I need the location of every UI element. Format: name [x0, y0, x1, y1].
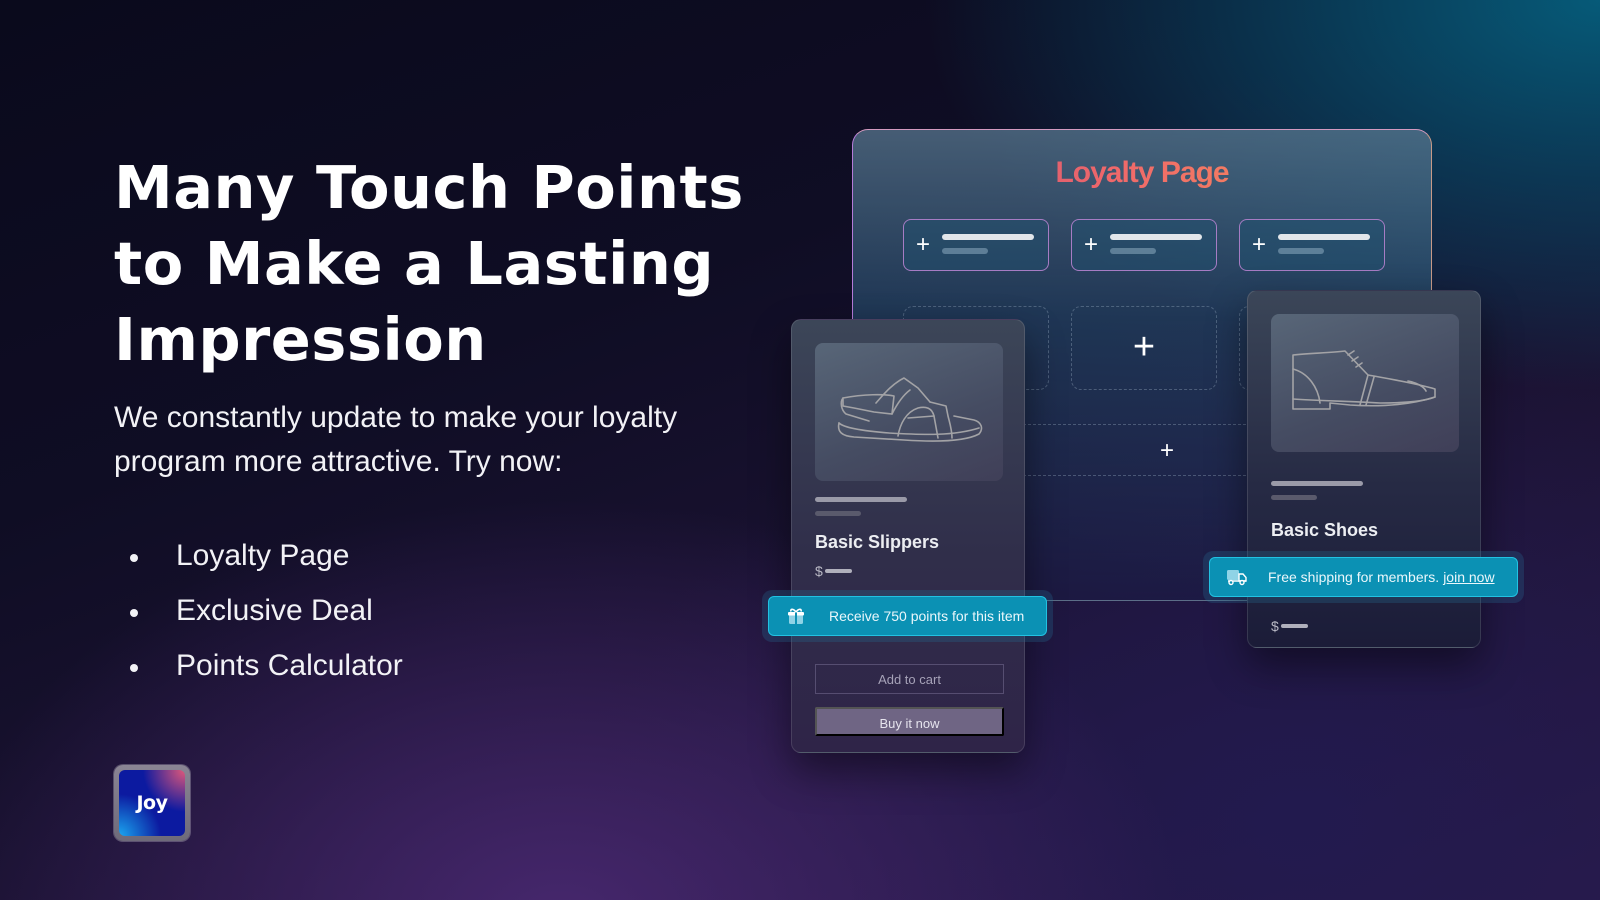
shipping-banner-text: Free shipping for members.	[1268, 569, 1440, 585]
tile-title-placeholder	[1110, 234, 1202, 240]
plus-icon: +	[916, 231, 931, 258]
points-banner-text: Receive 750 points for this item	[829, 608, 1025, 624]
logo-wordmark: Joy	[136, 792, 168, 814]
plus-icon: +	[1252, 231, 1267, 258]
tile-subtitle-placeholder	[1110, 248, 1156, 254]
bullet-icon	[130, 608, 138, 617]
tile-title-placeholder	[942, 234, 1034, 240]
hero-title: Many Touch Points to Make a Lasting Impr…	[114, 153, 744, 374]
price-placeholder	[824, 569, 852, 573]
plus-icon: +	[1132, 326, 1156, 368]
tile-subtitle-placeholder	[1278, 248, 1324, 254]
add-tile-button[interactable]: +	[1071, 219, 1217, 271]
points-banner-wrapper: Receive 750 points for this item	[762, 590, 1053, 642]
bullet-icon	[130, 553, 138, 562]
sandal-icon	[837, 377, 983, 442]
title-placeholder	[1271, 481, 1363, 486]
feature-label: Exclusive Deal	[176, 593, 373, 627]
tile-title-placeholder	[1278, 234, 1370, 240]
currency-symbol: $	[1271, 618, 1279, 634]
bullet-icon	[130, 663, 138, 672]
add-tile-button[interactable]: +	[903, 219, 1049, 271]
product-name: Basic Slippers	[815, 532, 940, 552]
feature-label: Loyalty Page	[176, 538, 350, 572]
feature-list: Loyalty Page Exclusive Deal Points Calcu…	[130, 528, 403, 693]
product-card-slippers: Basic Slippers $ Add to cart Buy it now	[791, 319, 1025, 753]
hero-subtitle: We constantly update to make your loyalt…	[114, 401, 678, 478]
tile-row: + + +	[903, 219, 1385, 271]
product-image	[815, 343, 1003, 481]
empty-slot-add[interactable]: +	[1071, 306, 1217, 390]
shipping-banner-wrapper: Free shipping for members. join now	[1203, 551, 1524, 603]
product-price: $	[1271, 618, 1308, 634]
shoe-icon	[1292, 350, 1436, 410]
shipping-banner: Free shipping for members. join now	[1209, 557, 1518, 597]
logo-text: Joy	[119, 770, 185, 836]
product-image	[1271, 314, 1459, 452]
buy-now-button[interactable]: Buy it now	[815, 707, 1004, 736]
add-to-cart-button[interactable]: Add to cart	[815, 664, 1004, 694]
feature-label: Points Calculator	[176, 648, 403, 682]
truck-icon	[1226, 567, 1248, 587]
title-placeholder	[815, 497, 907, 502]
feature-item-exclusive-deal: Exclusive Deal	[130, 583, 403, 638]
plus-icon: +	[1084, 231, 1099, 258]
feature-item-loyalty-page: Loyalty Page	[130, 528, 403, 583]
gift-icon	[787, 606, 809, 626]
points-banner: Receive 750 points for this item	[768, 596, 1047, 636]
subtitle-placeholder	[1271, 495, 1317, 500]
price-placeholder	[1280, 624, 1308, 628]
loyalty-page-title: Loyalty Page	[853, 156, 1431, 190]
tile-subtitle-placeholder	[942, 248, 988, 254]
currency-symbol: $	[815, 563, 823, 579]
product-price: $	[815, 563, 852, 579]
join-now-link[interactable]: join now	[1443, 569, 1494, 585]
add-tile-button[interactable]: +	[1239, 219, 1385, 271]
product-name: Basic Shoes	[1271, 520, 1379, 540]
subtitle-placeholder	[815, 511, 861, 516]
feature-item-points-calculator: Points Calculator	[130, 638, 403, 693]
joy-logo: Joy	[114, 765, 190, 841]
